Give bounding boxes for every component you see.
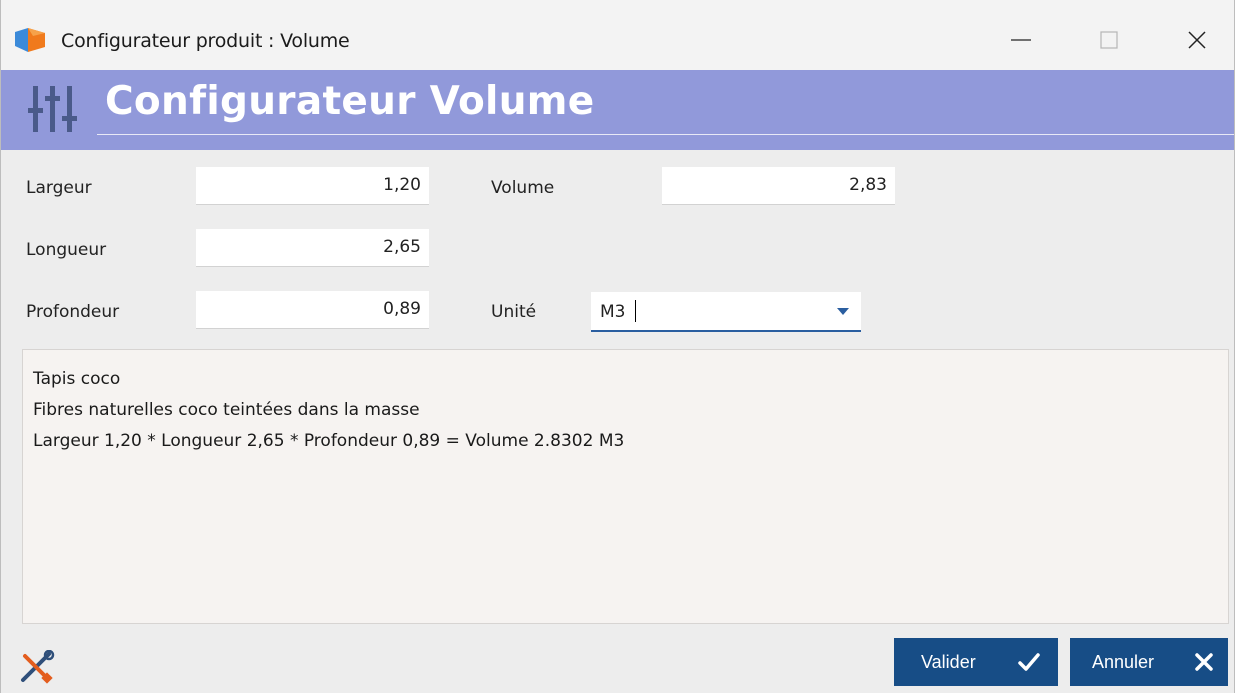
profondeur-label: Profondeur: [26, 302, 120, 322]
description-area[interactable]: Tapis coco Fibres naturelles coco teinté…: [22, 349, 1229, 624]
minimize-button[interactable]: [995, 20, 1047, 60]
minimize-icon: [1011, 39, 1031, 41]
validate-label: Valider: [921, 651, 976, 672]
maximize-icon: [1100, 31, 1118, 49]
unite-select[interactable]: M3: [591, 292, 861, 332]
chevron-down-icon[interactable]: [837, 308, 849, 315]
unite-label: Unité: [491, 302, 537, 322]
tools-icon[interactable]: [19, 650, 55, 684]
validate-button[interactable]: Valider: [894, 638, 1058, 686]
longueur-label: Longueur: [26, 240, 107, 260]
window-title: Configurateur produit : Volume: [61, 30, 350, 52]
volume-label: Volume: [491, 178, 555, 198]
unite-value: M3: [600, 302, 626, 322]
description-line: Fibres naturelles coco teintées dans la …: [33, 400, 420, 420]
description-line: Largeur 1,20 * Longueur 2,65 * Profondeu…: [33, 431, 625, 451]
configurator-header: Configurateur Volume: [1, 70, 1234, 150]
close-button[interactable]: [1171, 20, 1223, 60]
app-logo-icon: [15, 28, 45, 52]
close-icon: [1188, 31, 1206, 49]
profondeur-field[interactable]: 0,89: [196, 291, 429, 329]
largeur-label: Largeur: [26, 178, 92, 198]
volume-field[interactable]: 2,83: [662, 167, 895, 205]
cancel-button[interactable]: Annuler: [1070, 638, 1228, 686]
description-line: Tapis coco: [33, 369, 121, 389]
checkmark-icon: [1018, 653, 1040, 671]
page-title: Configurateur Volume: [105, 79, 595, 124]
title-bar[interactable]: Configurateur produit : Volume: [1, 0, 1234, 70]
configurator-window: Configurateur produit : Volume Configura…: [0, 0, 1235, 693]
longueur-field[interactable]: 2,65: [196, 229, 429, 267]
text-caret: [635, 300, 636, 322]
close-icon: [1195, 653, 1213, 671]
largeur-field[interactable]: 1,20: [196, 167, 429, 205]
cancel-label: Annuler: [1092, 651, 1155, 672]
maximize-button[interactable]: [1083, 20, 1135, 60]
header-divider: [97, 134, 1234, 135]
sliders-icon: [28, 86, 77, 132]
